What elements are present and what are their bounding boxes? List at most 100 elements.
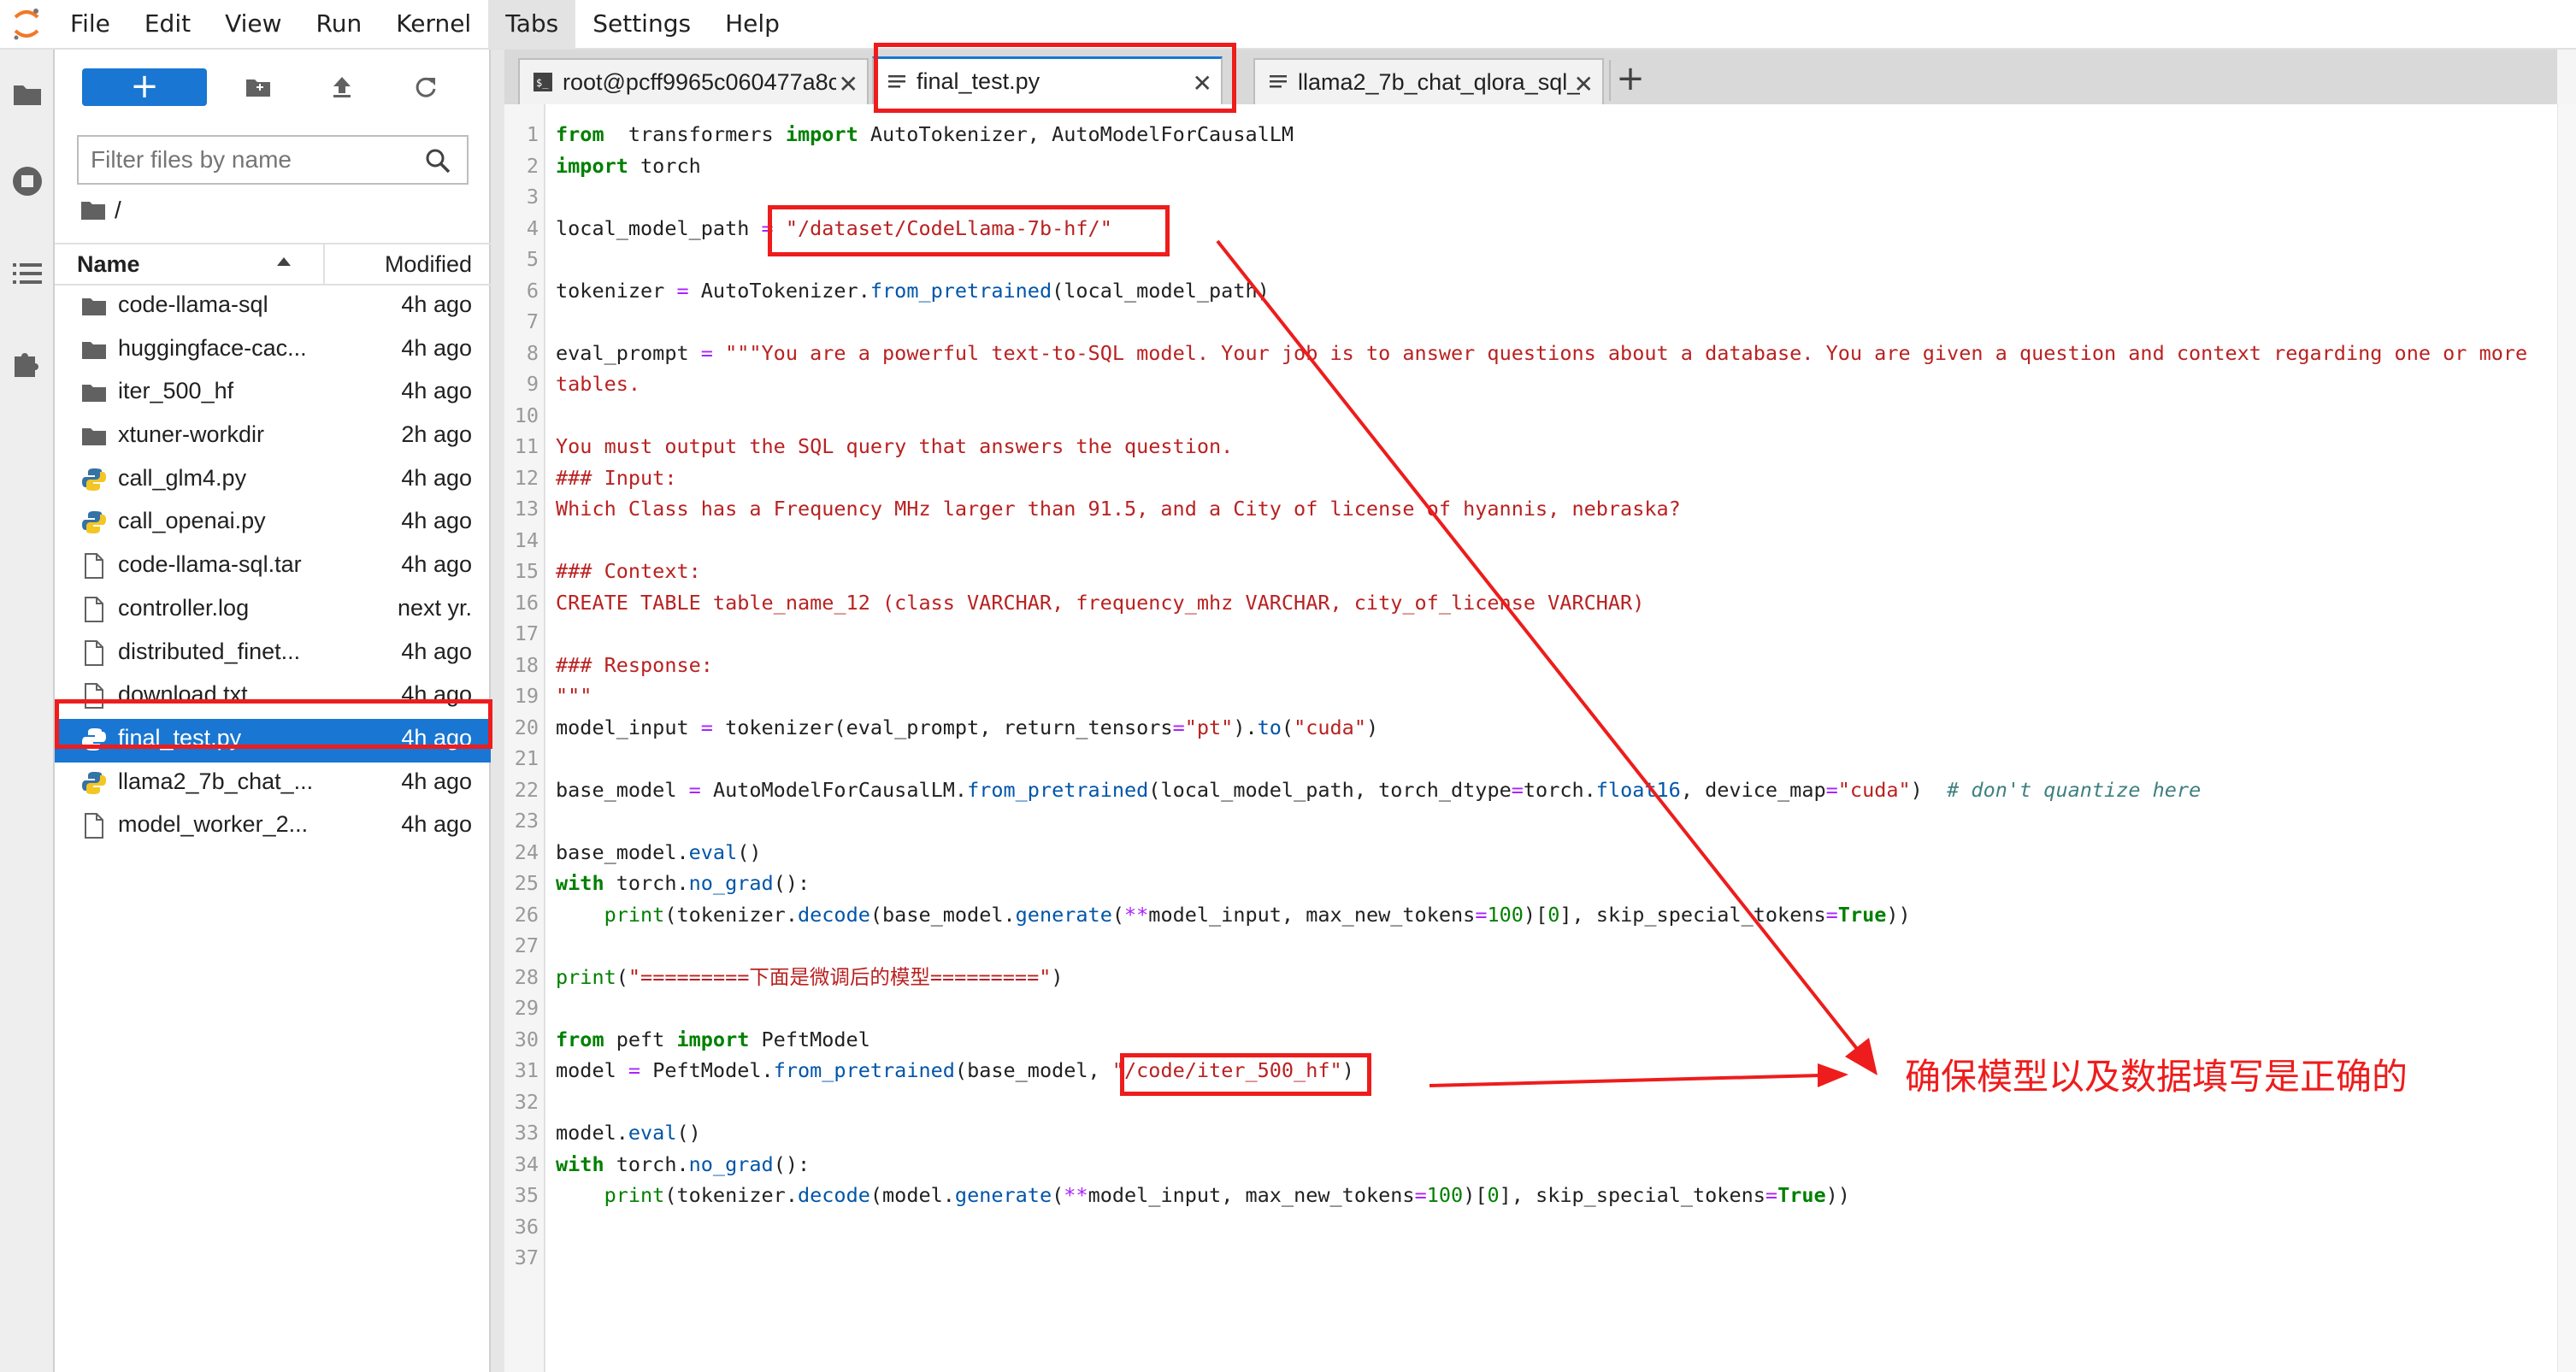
folder-icon[interactable]: [80, 199, 106, 221]
file-list-item[interactable]: code-llama-sql.tar 4h ago: [55, 545, 491, 589]
breadcrumb: /: [80, 193, 121, 227]
code-line[interactable]: 15 ### Context:: [504, 556, 2556, 587]
line-number: 19: [514, 684, 539, 708]
code-line[interactable]: 2 import torch: [504, 150, 2556, 182]
code-line[interactable]: 20 model_input = tokenizer(eval_prompt, r…: [504, 712, 2556, 744]
code-line[interactable]: 28 print("=========下面是微调后的模型========="): [504, 962, 2556, 993]
file-list-item[interactable]: call_openai.py 4h ago: [55, 502, 491, 545]
file-modified: 2h ago: [401, 421, 472, 448]
code-line[interactable]: 8 eval_prompt = """You are a powerful tex…: [504, 338, 2556, 369]
code-line[interactable]: 19 """: [504, 680, 2556, 712]
menu-tabs[interactable]: Tabs: [488, 0, 576, 49]
file-browser-toolbar: +: [55, 50, 491, 127]
code-line[interactable]: 17: [504, 618, 2556, 650]
file-list-item[interactable]: xtuner-workdir 2h ago: [55, 415, 491, 459]
code-line[interactable]: 1 from transformers import AutoTokenizer,…: [504, 119, 2556, 150]
line-number: 14: [514, 527, 539, 552]
code-token: # don't quantize here: [1947, 777, 2202, 802]
new-folder-icon[interactable]: [241, 70, 275, 104]
code-line[interactable]: 34 with torch.no_grad():: [504, 1149, 2556, 1181]
file-list-item[interactable]: distributed_finet... 4h ago: [55, 633, 491, 676]
file-modified: 4h ago: [401, 551, 472, 578]
code-line[interactable]: 14: [504, 525, 2556, 556]
text-file-icon: [1267, 71, 1289, 93]
code-line[interactable]: 22 base_model = AutoModelForCausalLM.from…: [504, 774, 2556, 806]
folder-icon[interactable]: [7, 74, 48, 115]
toc-icon[interactable]: [7, 253, 48, 294]
code-text: tables.: [556, 368, 640, 400]
code-token: , device_map: [1680, 777, 1826, 802]
menu-run[interactable]: Run: [299, 0, 380, 49]
panel-resize-handle[interactable]: [491, 50, 504, 1372]
code-line[interactable]: 23: [504, 805, 2556, 837]
menu-view[interactable]: View: [208, 0, 298, 49]
menu-file[interactable]: File: [53, 0, 127, 49]
code-token: ### Context:: [556, 559, 701, 583]
close-icon[interactable]: ✕: [1574, 70, 1594, 98]
code-text: You must output the SQL query that answe…: [556, 431, 1233, 462]
code-line[interactable]: 24 base_model.eval(): [504, 837, 2556, 869]
code-token: transformers: [604, 122, 786, 146]
extension-icon[interactable]: [7, 342, 48, 383]
code-text: base_model = AutoModelForCausalLM.from_p…: [556, 774, 2201, 806]
code-token: True: [1777, 1183, 1826, 1207]
upload-icon[interactable]: [325, 70, 359, 104]
column-divider[interactable]: [323, 244, 325, 286]
file-list-item[interactable]: llama2_7b_chat_... 4h ago: [55, 763, 491, 806]
tab-terminal[interactable]: $_ root@pcff9965c060477a8c ✕: [518, 58, 869, 104]
code-line[interactable]: 18 ### Response:: [504, 650, 2556, 681]
file-name: xtuner-workdir: [118, 421, 265, 448]
file-list-item[interactable]: controller.log next yr.: [55, 589, 491, 633]
close-icon[interactable]: ✕: [839, 70, 858, 98]
code-line[interactable]: 12 ### Input:: [504, 462, 2556, 494]
code-editor[interactable]: 1 from transformers import AutoTokenizer,…: [504, 104, 2576, 1372]
line-number: 18: [514, 652, 539, 677]
code-line[interactable]: 35 print(tokenizer.decode(model.generate…: [504, 1180, 2556, 1211]
line-number: 34: [514, 1151, 539, 1176]
tab-llama2-notebook[interactable]: llama2_7b_chat_qlora_sql_... ✕: [1253, 58, 1604, 104]
code-token: CREATE TABLE table_name_12 (class VARCHA…: [556, 590, 1645, 615]
file-list-item[interactable]: code-llama-sql 4h ago: [55, 286, 491, 329]
line-number: 11: [514, 434, 539, 458]
code-line[interactable]: 33 model.eval(): [504, 1117, 2556, 1149]
code-line[interactable]: 36: [504, 1211, 2556, 1243]
code-line[interactable]: 7: [504, 306, 2556, 338]
code-line[interactable]: 10: [504, 400, 2556, 432]
code-text: """: [556, 680, 592, 712]
running-icon[interactable]: [7, 161, 48, 202]
code-line[interactable]: 9 tables.: [504, 368, 2556, 400]
code-line[interactable]: 27: [504, 930, 2556, 962]
menu-settings[interactable]: Settings: [575, 0, 708, 49]
line-number: 8: [526, 340, 539, 365]
scrollbar[interactable]: [2557, 50, 2576, 104]
file-list-item[interactable]: model_worker_2... 4h ago: [55, 805, 491, 849]
code-line[interactable]: 29: [504, 992, 2556, 1024]
code-line[interactable]: 16 CREATE TABLE table_name_12 (class VARC…: [504, 587, 2556, 619]
scrollbar[interactable]: [2557, 104, 2576, 1372]
menu-kernel[interactable]: Kernel: [379, 0, 488, 49]
column-header-name[interactable]: Name: [77, 251, 140, 278]
line-number: 3: [526, 185, 539, 209]
code-line[interactable]: 37: [504, 1242, 2556, 1274]
add-tab-button[interactable]: +: [1609, 60, 1650, 101]
menu-edit[interactable]: Edit: [127, 0, 208, 49]
menu-help[interactable]: Help: [708, 0, 797, 49]
code-token: from_pretrained: [967, 777, 1149, 802]
code-line[interactable]: 11 You must output the SQL query that ans…: [504, 431, 2556, 462]
activity-bar: [0, 50, 55, 1372]
column-header-modified[interactable]: Modified: [385, 251, 472, 278]
code-line[interactable]: 6 tokenizer = AutoTokenizer.from_pretrain…: [504, 275, 2556, 307]
file-list-item[interactable]: call_glm4.py 4h ago: [55, 459, 491, 503]
new-launcher-button[interactable]: +: [82, 68, 207, 106]
code-line[interactable]: 25 with torch.no_grad():: [504, 868, 2556, 899]
file-list-item[interactable]: huggingface-cac... 4h ago: [55, 329, 491, 373]
code-line[interactable]: 21: [504, 743, 2556, 774]
menu-bar: File Edit View Run Kernel Tabs Settings Help: [0, 0, 2576, 50]
code-text: Which Class has a Frequency MHz larger t…: [556, 493, 1681, 525]
code-line[interactable]: 26 print(tokenizer.decode(base_model.gen…: [504, 899, 2556, 931]
code-line[interactable]: 13 Which Class has a Frequency MHz larger…: [504, 493, 2556, 525]
file-list-item[interactable]: iter_500_hf 4h ago: [55, 372, 491, 415]
refresh-icon[interactable]: [409, 70, 443, 104]
file-filter-input[interactable]: [91, 137, 416, 183]
breadcrumb-root[interactable]: /: [115, 197, 121, 224]
